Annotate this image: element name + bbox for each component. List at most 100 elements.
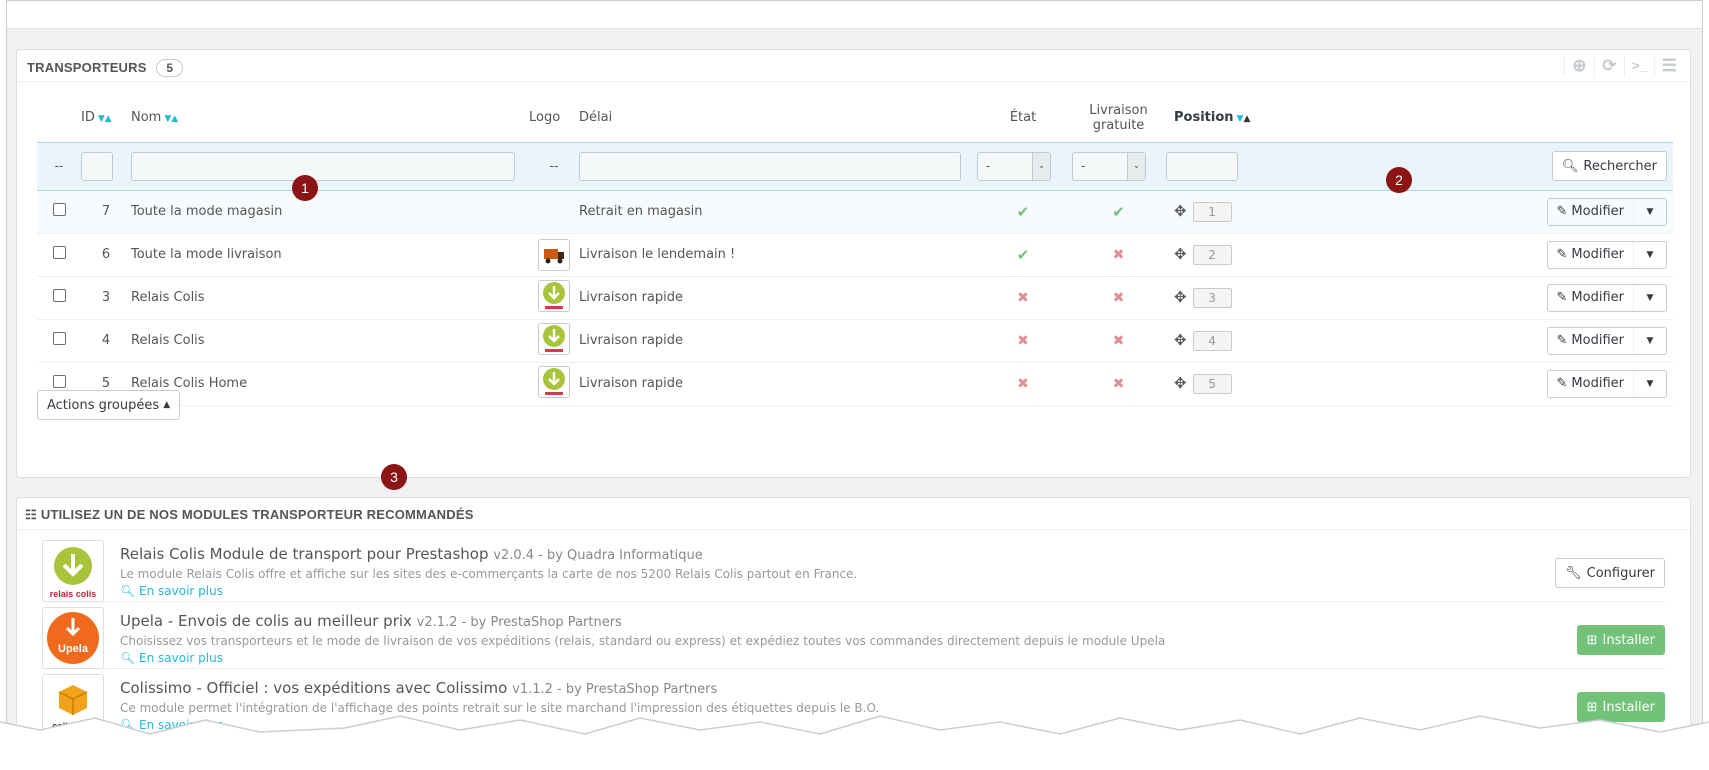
table-header-row: ID ▼▲ Nom ▼▲ Logo Délai État Livraison gra…	[37, 94, 1673, 142]
cross-icon[interactable]: ✖	[1017, 333, 1029, 349]
sort-icon[interactable]: ▼▲	[164, 114, 178, 124]
edit-button[interactable]: ✎ Modifier	[1548, 370, 1634, 397]
search-icon: 🔍︎	[120, 651, 136, 665]
check-icon[interactable]: ✔	[1017, 246, 1030, 264]
carriers-table: ID ▼▲ Nom ▼▲ Logo Délai État Livraison gra…	[37, 94, 1673, 406]
carrier-name: Relais Colis	[131, 319, 529, 363]
cross-icon[interactable]: ✖	[1113, 247, 1125, 263]
module-logo: relais colis	[42, 540, 104, 602]
module-item: Upela Upela - Envois de colis au meilleu…	[42, 603, 1665, 669]
database-icon[interactable]: ☰	[1654, 55, 1684, 77]
module-action-button[interactable]: ⊞ Installer	[1576, 625, 1665, 655]
add-icon[interactable]: ⊕	[1564, 55, 1594, 77]
drag-handle-icon[interactable]: ✥	[1174, 374, 1187, 392]
table-row: 4 Relais Colis Livraison rapide ✖ ✖ ✥ 4 ✎…	[37, 319, 1673, 363]
position-value: 5	[1192, 373, 1232, 394]
module-name: Colissimo - Officiel : vos expéditions a…	[120, 679, 718, 697]
sort-icon[interactable]: ▼▲	[98, 114, 112, 124]
cross-icon[interactable]: ✖	[1113, 376, 1125, 392]
edit-split-button: ✎ Modifier ▼	[1546, 369, 1667, 398]
row-checkbox[interactable]	[52, 246, 66, 259]
filter-row: -- -- - ⌄ - ⌄ 🔍︎ Rechercher	[37, 142, 1673, 190]
filter-position-input[interactable]	[1166, 151, 1238, 181]
cross-icon[interactable]: ✖	[1113, 333, 1125, 349]
filter-status-select[interactable]: - ⌄	[977, 151, 1051, 181]
carrier-id: 3	[81, 276, 131, 320]
carrier-logo-cell	[529, 319, 579, 363]
chevron-down-icon: ⌄	[1032, 152, 1050, 180]
dropdown-toggle[interactable]: ▼	[1634, 371, 1666, 397]
col-position[interactable]: Position ▼▲	[1166, 94, 1436, 142]
bulk-actions-button[interactable]: Actions groupées ▲	[37, 390, 181, 420]
pencil-icon: ✎	[1556, 376, 1568, 391]
dropdown-toggle[interactable]: ▼	[1634, 328, 1666, 354]
edit-split-button: ✎ Modifier ▼	[1546, 197, 1667, 226]
learn-more-link[interactable]: 🔍︎ En savoir plus	[120, 651, 223, 665]
learn-more-link[interactable]: 🔍︎ En savoir plus	[120, 584, 223, 598]
edit-split-button: ✎ Modifier ▼	[1546, 326, 1667, 355]
cross-icon[interactable]: ✖	[1017, 376, 1029, 392]
position-value: 3	[1192, 287, 1232, 308]
edit-button[interactable]: ✎ Modifier	[1548, 241, 1634, 268]
col-id[interactable]: ID ▼▲	[81, 94, 131, 142]
filter-logo-dash: --	[549, 159, 559, 173]
carrier-delay: Livraison rapide	[579, 276, 975, 320]
row-checkbox[interactable]	[52, 332, 66, 345]
dropdown-toggle[interactable]: ▼	[1634, 199, 1666, 225]
module-description: Le module Relais Colis offre et affiche …	[120, 567, 858, 581]
wrench-icon: 🔧︎	[1565, 565, 1582, 581]
carrier-count-badge: 5	[156, 59, 184, 77]
filter-delay-input[interactable]	[579, 151, 961, 181]
dropdown-toggle[interactable]: ▼	[1634, 242, 1666, 268]
col-free-shipping: Livraison gratuite	[1089, 102, 1148, 133]
panel-toolbar: ⊕ ⟳ >_ ☰	[1564, 55, 1684, 77]
carrier-logo-cell	[529, 233, 579, 277]
cross-icon[interactable]: ✖	[1113, 290, 1125, 306]
check-icon[interactable]: ✔	[1112, 203, 1125, 221]
carrier-status: ✖	[975, 319, 1071, 363]
relais-colis-logo	[538, 323, 570, 355]
carriers-panel: Transporteurs 5 ⊕ ⟳ >_ ☰ ID ▼▲ Nom ▼▲ Logo…	[16, 49, 1691, 478]
sort-asc-icon[interactable]: ▲	[1243, 114, 1250, 124]
edit-button[interactable]: ✎ Modifier	[1548, 284, 1634, 311]
edit-split-button: ✎ Modifier ▼	[1546, 240, 1667, 269]
module-logo: Upela	[42, 607, 104, 669]
modules-panel-heading: ☷ Utilisez un de nos modules transporteur…	[17, 498, 1690, 530]
col-name[interactable]: Nom ▼▲	[131, 94, 529, 142]
caret-up-icon: ▲	[163, 400, 171, 410]
list-icon: ☷	[25, 507, 37, 522]
filter-name-input[interactable]	[131, 151, 515, 181]
module-action-button[interactable]: 🔧︎ Configurer	[1555, 558, 1665, 588]
cross-icon[interactable]: ✖	[1017, 290, 1029, 306]
carrier-status: ✔	[975, 190, 1071, 234]
edit-button[interactable]: ✎ Modifier	[1548, 327, 1634, 354]
drag-handle-icon[interactable]: ✥	[1174, 331, 1187, 349]
drag-handle-icon[interactable]: ✥	[1174, 245, 1187, 263]
drag-handle-icon[interactable]: ✥	[1174, 288, 1187, 306]
pencil-icon: ✎	[1556, 333, 1568, 348]
sql-query-icon[interactable]: >_	[1624, 55, 1654, 77]
row-checkbox[interactable]	[52, 203, 66, 216]
filter-free-select[interactable]: - ⌄	[1072, 151, 1146, 181]
refresh-icon[interactable]: ⟳	[1594, 55, 1624, 77]
drag-handle-icon[interactable]: ✥	[1174, 202, 1187, 220]
svg-text:relais colis: relais colis	[50, 589, 97, 599]
dropdown-toggle[interactable]: ▼	[1634, 285, 1666, 311]
row-checkbox[interactable]	[52, 289, 66, 302]
carriers-panel-heading: Transporteurs 5 ⊕ ⟳ >_ ☰	[17, 50, 1690, 82]
callout-1: 1	[292, 175, 318, 201]
module-version: v2.0.4 - by Quadra Informatique	[493, 548, 703, 563]
filter-id-input[interactable]	[81, 151, 113, 181]
carrier-delay: Livraison rapide	[579, 319, 975, 363]
relais-colis-logo	[538, 366, 570, 398]
check-icon[interactable]: ✔	[1017, 203, 1030, 221]
row-checkbox[interactable]	[52, 375, 66, 388]
search-button[interactable]: 🔍︎ Rechercher	[1551, 151, 1667, 181]
table-row: 5 Relais Colis Home Livraison rapide ✖ ✖…	[37, 362, 1673, 406]
carrier-name: Toute la mode magasin	[131, 190, 529, 234]
truck-logo	[538, 238, 570, 271]
edit-button[interactable]: ✎ Modifier	[1548, 198, 1634, 225]
carrier-delay: Retrait en magasin	[579, 190, 975, 234]
table-row: 3 Relais Colis Livraison rapide ✖ ✖ ✥ 3 ✎…	[37, 276, 1673, 320]
carrier-name: Toute la mode livraison	[131, 233, 529, 277]
